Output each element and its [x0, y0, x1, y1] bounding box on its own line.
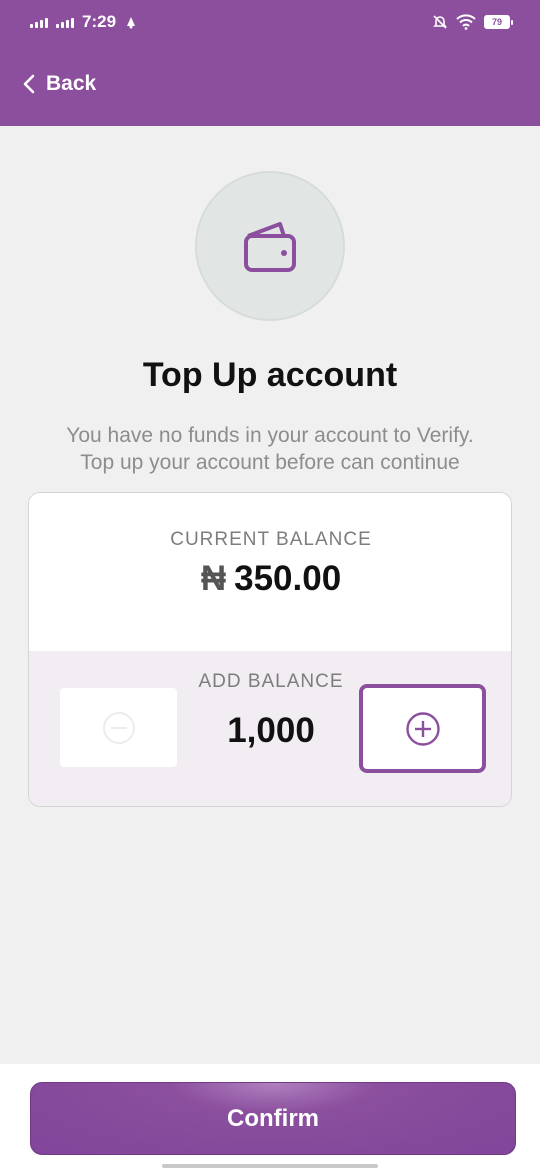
currency-symbol: ₦: [200, 559, 227, 598]
chevron-left-icon: [23, 74, 35, 94]
app-header: 7:29 79 Back: [0, 0, 540, 126]
current-balance-label: CURRENT BALANCE: [170, 529, 372, 550]
add-balance-section: ADD BALANCE 1,000: [29, 651, 511, 806]
back-label: Back: [46, 72, 97, 95]
balance-card: CURRENT BALANCE ₦ 350.00 ADD BALANCE 1,00…: [28, 492, 512, 807]
signal-icon-2: [56, 16, 74, 28]
footer-area: Confirm: [0, 1064, 540, 1170]
home-indicator[interactable]: [162, 1164, 378, 1168]
wallet-badge: [195, 171, 345, 321]
current-balance-amount: 350.00: [234, 559, 342, 598]
increase-button[interactable]: [359, 684, 486, 773]
mute-icon: [433, 15, 447, 29]
confirm-button[interactable]: Confirm: [30, 1082, 516, 1155]
status-bar: 7:29 79: [0, 0, 540, 44]
subtitle-line-2: Top up your account before can continue: [80, 451, 460, 474]
page-title: Top Up account: [142, 356, 398, 394]
current-balance-section: CURRENT BALANCE ₦ 350.00: [29, 493, 511, 651]
wallet-icon: [244, 222, 296, 272]
subtitle-line-1: You have no funds in your account to Ver…: [66, 424, 474, 447]
battery-icon: 79: [484, 15, 513, 29]
status-time: 7:29: [82, 12, 117, 31]
page-subtitle: You have no funds in your account to Ver…: [20, 422, 520, 476]
notification-icon: [127, 17, 136, 29]
back-button[interactable]: Back: [22, 66, 96, 102]
signal-icon: [30, 16, 48, 28]
plus-circle-icon: [405, 711, 440, 746]
current-balance-value: ₦ 350.00: [29, 559, 511, 599]
wifi-icon: [456, 14, 476, 30]
